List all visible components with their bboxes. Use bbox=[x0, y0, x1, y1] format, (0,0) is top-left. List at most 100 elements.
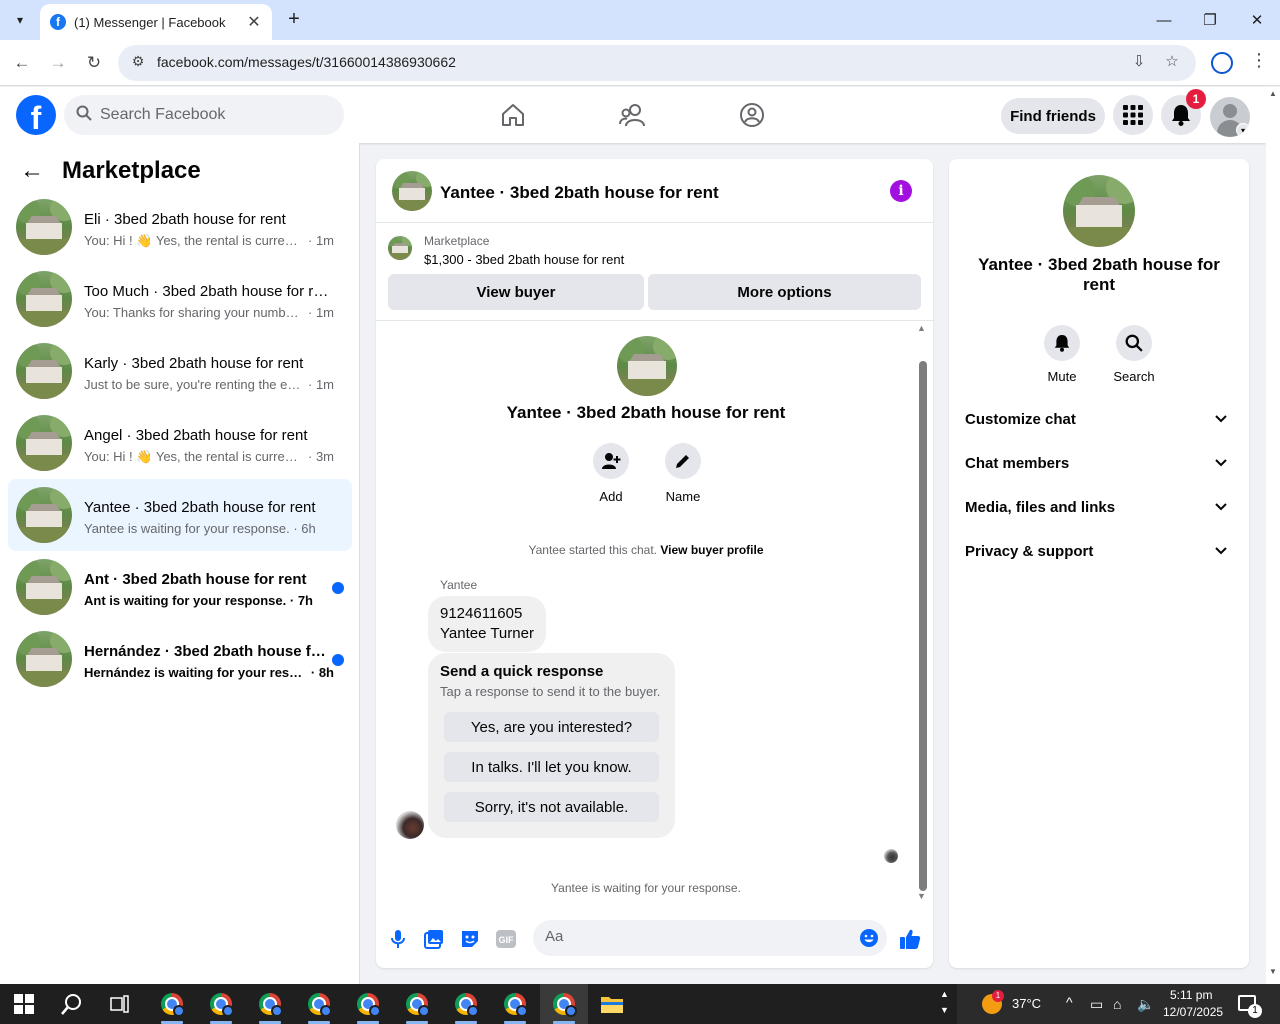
install-app-icon[interactable]: ⇩ bbox=[1128, 52, 1150, 74]
account-avatar[interactable]: ▾ bbox=[1210, 97, 1250, 137]
taskbar-scroll-arrows[interactable]: ▲ ▼ bbox=[940, 986, 949, 1018]
section-privacy-support[interactable]: Privacy & support bbox=[957, 530, 1241, 574]
groups-icon[interactable] bbox=[736, 99, 768, 131]
listing-detail[interactable]: $1,300 - 3bed 2bath house for rent bbox=[424, 252, 624, 267]
conversation-item[interactable]: Too Much · 3bed 2bath house for rent You:… bbox=[8, 263, 352, 335]
chat-header-avatar[interactable] bbox=[392, 171, 432, 211]
mute-button[interactable]: Mute bbox=[1032, 325, 1092, 384]
search-conversation-button[interactable]: Search bbox=[1104, 325, 1164, 384]
menu-grid-icon[interactable] bbox=[1113, 95, 1153, 135]
clock-date[interactable]: 12/07/2025 bbox=[1163, 1005, 1223, 1019]
facebook-search[interactable] bbox=[64, 95, 344, 135]
show-hidden-icons-icon[interactable]: ^ bbox=[1066, 994, 1073, 1010]
close-tab-icon[interactable]: ✕ bbox=[246, 12, 262, 32]
view-buyer-button[interactable]: View buyer bbox=[388, 274, 644, 310]
sticker-icon[interactable] bbox=[458, 927, 482, 951]
section-chat-members[interactable]: Chat members bbox=[957, 442, 1241, 486]
network-icon[interactable]: ⌂ bbox=[1113, 996, 1121, 1012]
separator-dot: · bbox=[304, 305, 316, 320]
temperature-text[interactable]: 37°C bbox=[1012, 996, 1041, 1011]
message-input[interactable] bbox=[545, 928, 845, 945]
tab-search-dropdown-icon[interactable]: ▾ bbox=[8, 8, 32, 32]
taskbar-search-icon[interactable] bbox=[57, 990, 87, 1018]
chevron-down-icon bbox=[1215, 499, 1227, 514]
home-icon[interactable] bbox=[497, 99, 529, 131]
url-text[interactable]: facebook.com/messages/t/3166001438693066… bbox=[157, 54, 456, 70]
unread-dot-icon bbox=[332, 654, 344, 666]
chrome-window-icon[interactable] bbox=[500, 990, 530, 1018]
quick-response-option[interactable]: Sorry, it's not available. bbox=[444, 792, 659, 822]
task-view-icon[interactable] bbox=[105, 990, 135, 1018]
page-scrollbar[interactable]: ▲ ▼ bbox=[1266, 87, 1280, 984]
more-options-button[interactable]: More options bbox=[648, 274, 921, 310]
bookmark-star-icon[interactable]: ☆ bbox=[1161, 52, 1183, 74]
edit-name-button[interactable]: Name bbox=[653, 443, 713, 504]
waiting-notice: Yantee is waiting for your response. bbox=[551, 881, 741, 895]
conversation-item[interactable]: Karly · 3bed 2bath house for rent Just to… bbox=[8, 335, 352, 407]
thread-scrollbar[interactable]: ▲ ▼ bbox=[916, 323, 928, 901]
friends-icon[interactable] bbox=[617, 99, 649, 131]
chrome-window-icon[interactable] bbox=[353, 990, 383, 1018]
view-buyer-profile-link[interactable]: View buyer profile bbox=[660, 543, 763, 557]
file-explorer-icon[interactable] bbox=[597, 990, 627, 1018]
browser-menu-icon[interactable]: ⋮ bbox=[1250, 50, 1268, 71]
section-customize-chat[interactable]: Customize chat bbox=[957, 398, 1241, 442]
volume-icon[interactable]: 🔈 bbox=[1137, 996, 1154, 1013]
windows-start-icon[interactable] bbox=[14, 994, 34, 1014]
chrome-window-icon[interactable] bbox=[304, 990, 334, 1018]
like-thumb-icon[interactable] bbox=[898, 927, 922, 951]
chrome-window-icon[interactable] bbox=[157, 990, 187, 1018]
browser-tab[interactable]: f (1) Messenger | Facebook ✕ bbox=[40, 4, 272, 40]
listing-banner: Marketplace $1,300 - 3bed 2bath house fo… bbox=[376, 223, 933, 321]
new-tab-icon[interactable]: + bbox=[282, 8, 306, 32]
facebook-logo-icon[interactable]: f bbox=[16, 95, 56, 135]
back-arrow-icon[interactable]: ← bbox=[20, 157, 44, 185]
omnibox[interactable]: ⚙ facebook.com/messages/t/31660014386930… bbox=[118, 45, 1196, 81]
quick-response-option[interactable]: Yes, are you interested? bbox=[444, 712, 659, 742]
conversation-preview: You: Thanks for sharing your number with… bbox=[84, 305, 304, 320]
conversation-item[interactable]: Ant · 3bed 2bath house for rent Ant is wa… bbox=[8, 551, 352, 623]
buyer-avatar[interactable] bbox=[396, 811, 424, 839]
restore-icon[interactable]: ❐ bbox=[1187, 0, 1233, 40]
chrome-window-icon[interactable] bbox=[206, 990, 236, 1018]
conversation-item[interactable]: Hernández · 3bed 2bath house for rent Her… bbox=[8, 623, 352, 695]
section-media-files-links[interactable]: Media, files and links bbox=[957, 486, 1241, 530]
reload-icon[interactable]: ↻ bbox=[81, 50, 107, 76]
message-field[interactable] bbox=[533, 920, 887, 956]
close-window-icon[interactable]: ✕ bbox=[1234, 0, 1280, 40]
unread-dot-icon bbox=[332, 582, 344, 594]
conversation-preview-row: Hernández is waiting for your response. … bbox=[84, 665, 334, 680]
conversation-item[interactable]: Angel · 3bed 2bath house for rent You: Hi… bbox=[8, 407, 352, 479]
forward-icon[interactable]: → bbox=[45, 50, 71, 76]
seen-indicator bbox=[884, 849, 898, 863]
info-icon[interactable]: i bbox=[890, 180, 912, 202]
back-icon[interactable]: ← bbox=[9, 50, 35, 76]
chrome-window-icon[interactable] bbox=[402, 990, 432, 1018]
gif-icon[interactable]: GIF bbox=[494, 927, 518, 951]
microphone-icon[interactable] bbox=[386, 927, 410, 951]
facebook-search-input[interactable] bbox=[100, 106, 320, 124]
details-name: Yantee · 3bed 2bath house for rent bbox=[978, 255, 1220, 294]
conversation-preview: Ant is waiting for your response. bbox=[84, 593, 287, 608]
photo-icon[interactable] bbox=[422, 927, 446, 951]
conversation-item[interactable]: Yantee · 3bed 2bath house for rent Yantee… bbox=[8, 479, 352, 551]
details-avatar[interactable] bbox=[1063, 175, 1135, 247]
conversation-avatar bbox=[16, 415, 72, 471]
find-friends-button[interactable]: Find friends bbox=[1001, 98, 1105, 134]
browser-profile-icon[interactable] bbox=[1211, 52, 1233, 74]
meet-now-icon[interactable]: ▭ bbox=[1090, 996, 1103, 1013]
chrome-window-icon[interactable] bbox=[451, 990, 481, 1018]
chat-title[interactable]: Yantee · 3bed 2bath house for rent bbox=[440, 183, 719, 203]
site-info-icon[interactable]: ⚙ bbox=[128, 53, 148, 73]
conversation-item[interactable]: Eli · 3bed 2bath house for rent You: Hi !… bbox=[8, 191, 352, 263]
clock-time[interactable]: 5:11 pm bbox=[1170, 988, 1212, 1002]
search-label: Search bbox=[1113, 369, 1155, 384]
minimize-icon[interactable]: — bbox=[1141, 0, 1187, 40]
chrome-window-icon[interactable] bbox=[549, 990, 579, 1018]
quick-response-option[interactable]: In talks. I'll let you know. bbox=[444, 752, 659, 782]
pencil-icon bbox=[665, 443, 701, 479]
emoji-icon[interactable] bbox=[859, 928, 879, 953]
chrome-window-icon[interactable] bbox=[255, 990, 285, 1018]
message-bubble[interactable]: 9124611605 Yantee Turner bbox=[428, 596, 546, 652]
add-member-button[interactable]: Add bbox=[581, 443, 641, 504]
